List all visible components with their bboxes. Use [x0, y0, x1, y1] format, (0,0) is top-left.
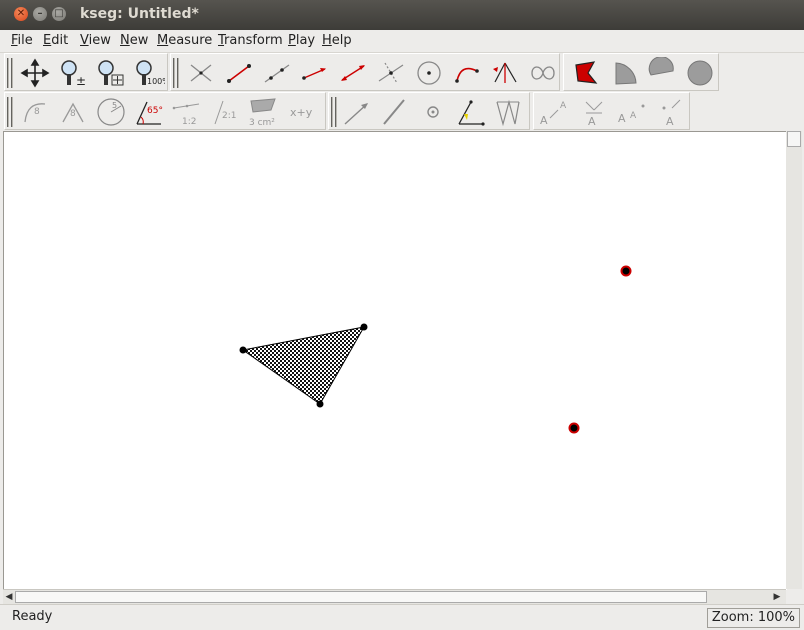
svg-text:±: ±: [76, 74, 86, 88]
ray-tool-icon[interactable]: [261, 57, 293, 89]
toolbar-view-group: ± 100%: [4, 53, 170, 91]
angle-measure-tool-icon[interactable]: 65°: [133, 96, 165, 128]
svg-text:A: A: [618, 112, 626, 125]
area-tool-icon[interactable]: 3 cm²: [247, 96, 279, 128]
zoom-indicator: Zoom: 100%: [706, 608, 800, 628]
circle-interior-tool-icon[interactable]: [684, 57, 716, 89]
menu-bar: File Edit View New Measure Transform Pla…: [0, 30, 804, 53]
circle-sector-tool-icon[interactable]: [608, 57, 640, 89]
label-tool-4-icon[interactable]: A: [654, 96, 686, 128]
maximize-window-button[interactable]: □: [52, 7, 66, 21]
toolbar-label-group: AA A AA A: [533, 92, 690, 130]
scroll-right-arrow-icon[interactable]: ▶: [771, 590, 783, 604]
svg-text:3 cm²: 3 cm²: [249, 118, 275, 128]
vertical-scrollbar[interactable]: [786, 131, 802, 589]
toolbar-construct-group: [170, 53, 560, 91]
radius-tool-icon[interactable]: 5: [95, 96, 127, 128]
svg-text:A: A: [540, 114, 548, 127]
circle-tool-icon[interactable]: [413, 57, 445, 89]
toolbar-measure-group: 8 8 5 65° 1:2 2:1 3 cm² x+y: [4, 92, 326, 130]
zoom-fit-tool-icon[interactable]: [95, 57, 127, 89]
menu-help[interactable]: Help: [322, 33, 352, 48]
toolbar-row-2: 8 8 5 65° 1:2 2:1 3 cm² x+y A A A A A A: [0, 92, 804, 130]
triangle-vertex-a[interactable]: [239, 346, 247, 354]
translate-tool-icon[interactable]: [341, 96, 373, 128]
vector-tool-icon[interactable]: [299, 57, 331, 89]
intersection-tool-icon[interactable]: [185, 57, 217, 89]
window-title: kseg: Untitled*: [80, 6, 199, 22]
line-tool-icon[interactable]: [337, 57, 369, 89]
reflect-tool-icon[interactable]: [379, 96, 411, 128]
calculate-tool-icon[interactable]: x+y: [289, 96, 321, 128]
menu-edit[interactable]: Edit: [43, 33, 68, 48]
locus-tool-icon[interactable]: [527, 57, 559, 89]
svg-text:8: 8: [34, 107, 40, 117]
title-bar: ✕ – □ kseg: Untitled*: [0, 0, 804, 31]
menu-play[interactable]: Play: [288, 33, 315, 48]
rotate-tool-icon[interactable]: [417, 96, 449, 128]
svg-text:2:1: 2:1: [222, 111, 236, 121]
close-window-button[interactable]: ✕: [14, 7, 28, 21]
drawing-canvas[interactable]: [3, 131, 787, 590]
svg-text:100%: 100%: [147, 77, 165, 86]
triangle-vertex-c[interactable]: [316, 400, 324, 408]
iterate-tool-icon[interactable]: [493, 96, 525, 128]
kseg-window: ✕ – □ kseg: Untitled* File Edit View New…: [0, 0, 804, 630]
label-tool-3-icon[interactable]: AA: [616, 96, 648, 128]
menu-view[interactable]: View: [80, 33, 111, 48]
toolbar-handle[interactable]: [7, 97, 13, 127]
point-2[interactable]: [568, 422, 580, 434]
vertical-scroll-thumb[interactable]: [787, 131, 801, 147]
toolbar-handle[interactable]: [173, 58, 179, 88]
label-tool-1-icon[interactable]: AA: [538, 96, 570, 128]
menu-new[interactable]: New: [120, 33, 148, 48]
label-tool-2-icon[interactable]: A: [578, 96, 610, 128]
move-tool-icon[interactable]: [19, 57, 51, 89]
svg-text:A: A: [666, 115, 674, 128]
svg-text:1:2: 1:2: [182, 117, 196, 127]
arc-length-tool-icon[interactable]: 8: [19, 96, 51, 128]
svg-text:8: 8: [70, 109, 76, 119]
status-bar: Ready Zoom: 100%: [0, 604, 804, 630]
toolbar-handle[interactable]: [331, 97, 337, 127]
svg-text:65°: 65°: [147, 106, 163, 116]
polygon-interior-tool-icon[interactable]: [570, 57, 602, 89]
toolbar-transform-group: [328, 92, 530, 130]
point-1[interactable]: [620, 265, 632, 277]
horizontal-scroll-thumb[interactable]: [15, 591, 707, 603]
toolbar-row-1: ± 100%: [0, 53, 804, 91]
svg-text:x+y: x+y: [290, 106, 313, 119]
arc-angle-tool-icon[interactable]: 8: [57, 96, 89, 128]
triangle-polygon[interactable]: [241, 326, 365, 405]
svg-text:A: A: [560, 101, 567, 111]
triangle-vertex-b[interactable]: [360, 323, 368, 331]
menu-measure[interactable]: Measure: [157, 33, 212, 48]
zoom-100-tool-icon[interactable]: 100%: [133, 57, 170, 89]
svg-text:A: A: [588, 115, 596, 128]
menu-file[interactable]: File: [11, 33, 33, 48]
segment-tool-icon[interactable]: [223, 57, 255, 89]
menu-transform[interactable]: Transform: [218, 33, 283, 48]
scale-tool-icon[interactable]: [455, 96, 487, 128]
svg-text:A: A: [630, 111, 637, 121]
zoom-tool-icon[interactable]: ±: [57, 57, 89, 89]
perpendicular-tool-icon[interactable]: [375, 57, 407, 89]
svg-text:5: 5: [112, 101, 117, 110]
toolbar-fill-group: [563, 53, 719, 91]
status-text: Ready: [12, 609, 53, 624]
circle-segment-tool-icon[interactable]: [646, 56, 678, 89]
minimize-window-button[interactable]: –: [33, 7, 47, 21]
angle-bisector-tool-icon[interactable]: [489, 57, 521, 89]
arc-tool-icon[interactable]: [451, 57, 483, 89]
toolbar-handle[interactable]: [7, 58, 13, 88]
ratio-tool-icon[interactable]: 2:1: [209, 96, 241, 128]
horizontal-scrollbar[interactable]: ◀ ▶: [3, 589, 786, 604]
scroll-left-arrow-icon[interactable]: ◀: [3, 590, 15, 604]
segment-ratio-tool-icon[interactable]: 1:2: [171, 96, 203, 128]
